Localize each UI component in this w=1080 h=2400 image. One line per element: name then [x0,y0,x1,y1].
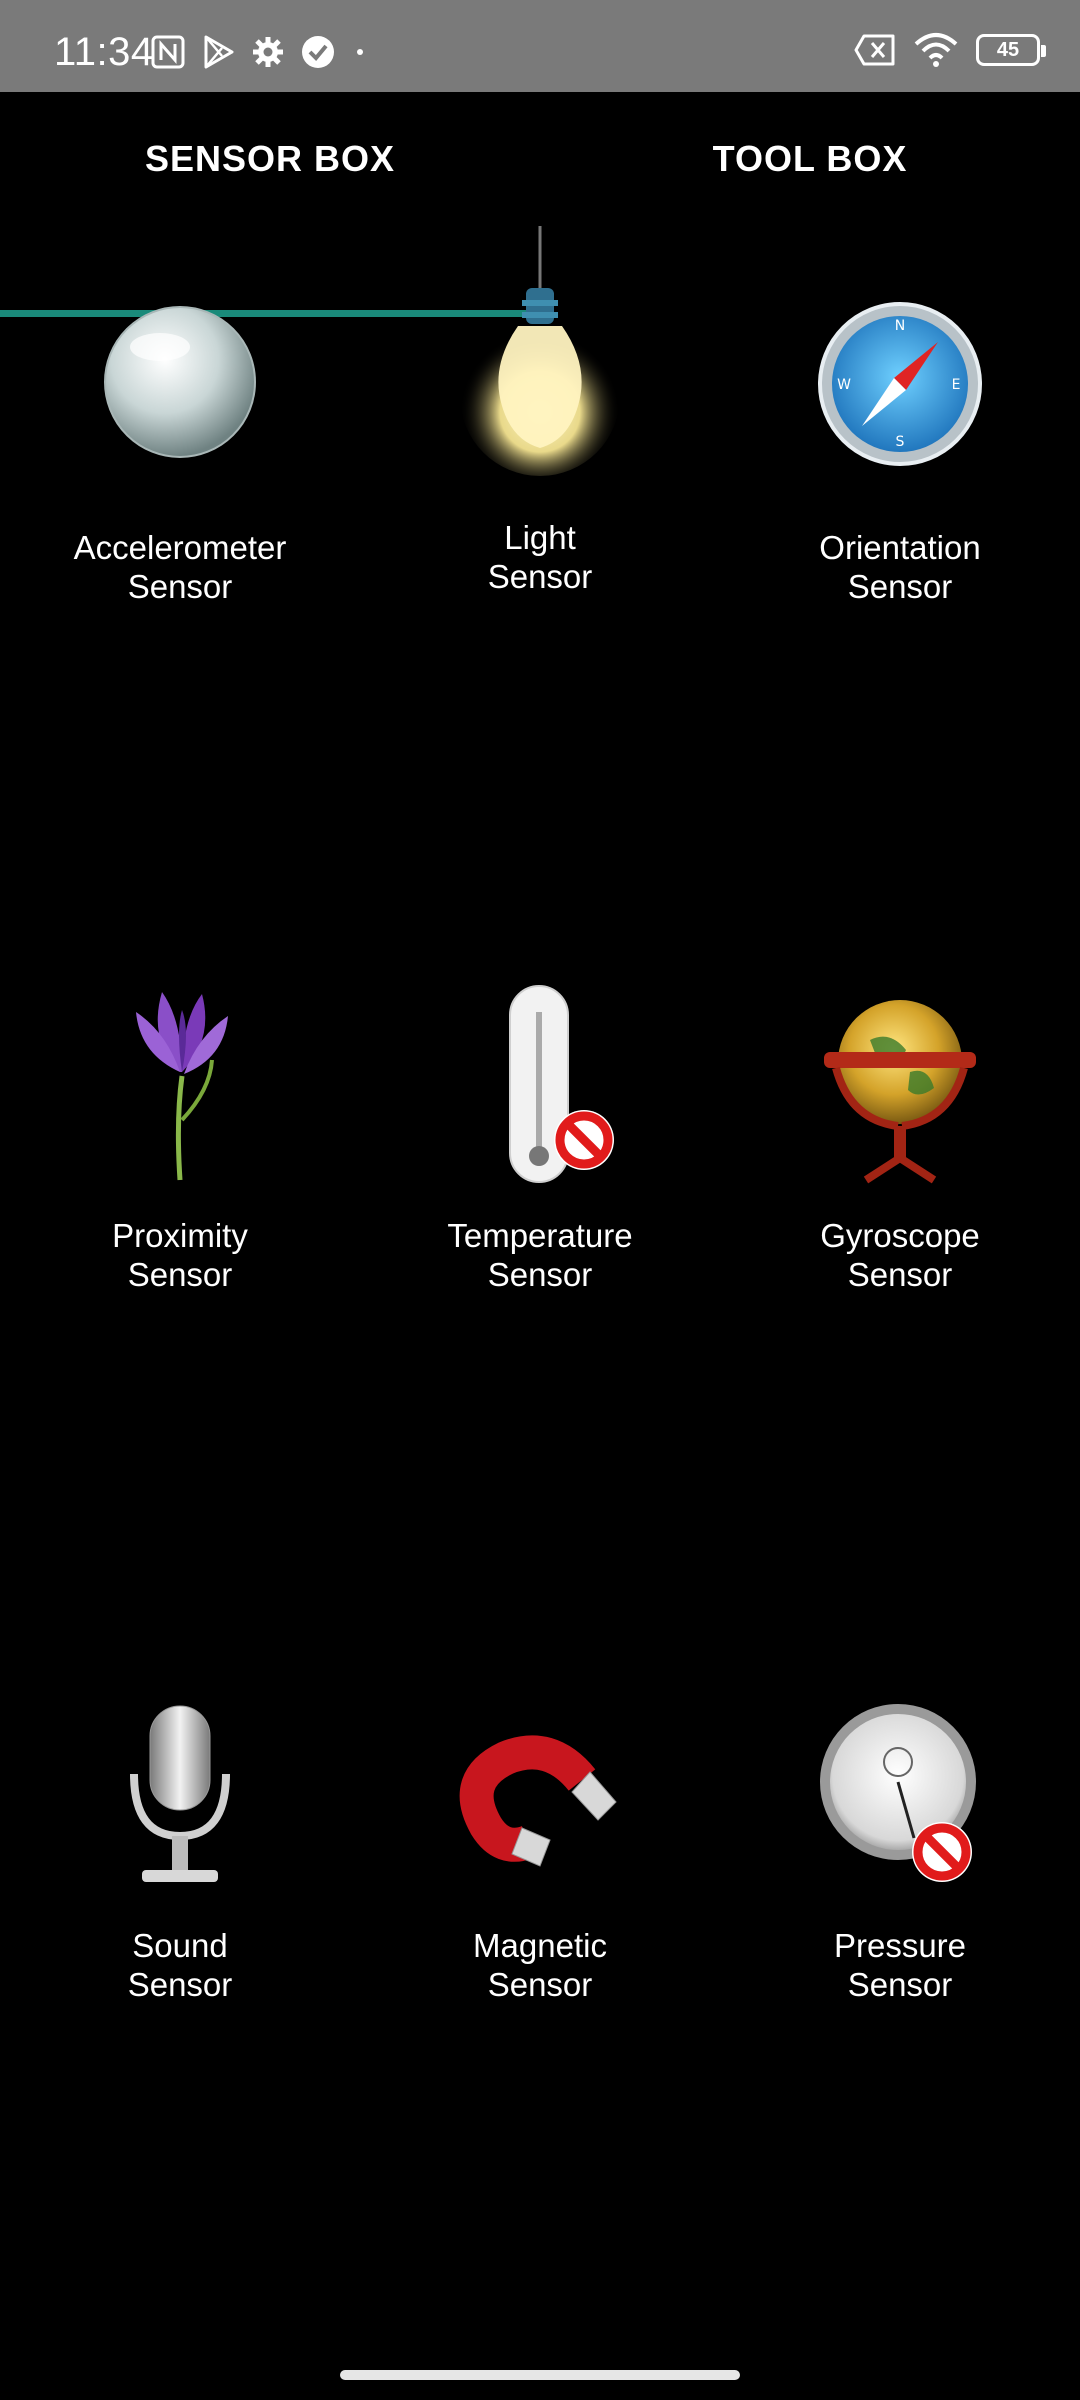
flower-icon [136,992,228,1181]
sensor-label: Orientation Sensor [720,528,1080,606]
glass-ball-icon [104,306,256,458]
sensor-gyroscope[interactable]: Gyroscope Sensor [720,980,1080,1294]
sensor-sound[interactable]: Sound Sensor [0,1690,360,2004]
play-store-icon [204,35,234,69]
status-icons-right: 45 [854,30,1046,70]
stopwatch-gauge-icon [820,1704,976,1882]
tab-sensor-box[interactable]: SENSOR BOX [0,92,540,226]
sensor-accelerometer[interactable]: Accelerometer Sensor [0,292,360,606]
status-bar: 11:34 45 [0,0,1080,92]
svg-text:S: S [896,434,905,450]
sensor-suffix: Sensor [487,558,593,595]
dot-icon [357,49,363,55]
tab-tool-box[interactable]: TOOL BOX [540,92,1080,226]
sensor-label: Gyroscope Sensor [720,1216,1080,1294]
sensor-suffix: Sensor [847,1256,953,1293]
sensor-suffix: Sensor [847,568,953,605]
sensor-name: Orientation [819,529,981,566]
sensor-suffix: Sensor [487,1256,593,1293]
sensor-name: Accelerometer [73,529,287,566]
sensor-label: Accelerometer Sensor [0,528,360,606]
battery-icon: 45 [976,34,1046,66]
sensor-label: Light Sensor [360,518,720,596]
sensor-label: Magnetic Sensor [360,1926,720,2004]
light-bulb-icon [460,226,620,476]
sensor-name: Pressure [833,1927,967,1964]
globe-gyroscope-icon [824,1000,976,1184]
unavailable-badge-icon [554,1110,614,1170]
sensor-suffix: Sensor [487,1966,593,2003]
svg-text:E: E [952,377,961,393]
svg-text:N: N [895,318,905,334]
home-indicator[interactable] [340,2370,740,2380]
unavailable-badge-icon [912,1822,972,1882]
sensor-proximity[interactable]: Proximity Sensor [0,980,360,1294]
status-icons-left [150,32,370,72]
sensor-grid: Accelerometer Sensor Light Sensor N S E … [0,226,1080,2346]
sensor-name: Magnetic [473,1927,607,1964]
sensor-pressure[interactable]: Pressure Sensor [720,1690,1080,2004]
sensor-name: Temperature [447,1217,633,1254]
settings-gear-icon [253,37,283,67]
sensor-name: Sound [132,1927,228,1964]
check-circle-icon [302,36,334,68]
sensor-name: Gyroscope [820,1217,980,1254]
sensor-light[interactable]: Light Sensor [360,226,720,596]
sensor-name: Light [504,519,576,556]
sensor-suffix: Sensor [127,1256,233,1293]
battery-level: 45 [996,38,1020,61]
sensor-suffix: Sensor [127,1966,233,2003]
sensor-label: Proximity Sensor [0,1216,360,1294]
status-time: 11:34 [54,30,154,74]
data-off-icon [854,34,895,66]
tab-bar: SENSOR BOX TOOL BOX [0,92,1080,317]
wifi-icon [914,33,958,67]
thermometer-icon [509,985,614,1183]
sensor-suffix: Sensor [847,1966,953,2003]
microphone-icon [130,1705,230,1882]
sensor-label: Pressure Sensor [720,1926,1080,2004]
svg-text:W: W [837,377,851,393]
sensor-magnetic[interactable]: Magnetic Sensor [360,1690,720,2004]
sensor-name: Proximity [112,1217,248,1254]
sensor-temperature[interactable]: Temperature Sensor [360,980,720,1294]
magnet-icon [459,1735,617,1867]
sensor-label: Sound Sensor [0,1926,360,2004]
sensor-label: Temperature Sensor [360,1216,720,1294]
compass-icon: N S E W [818,302,982,466]
sensor-suffix: Sensor [127,568,233,605]
sensor-orientation[interactable]: N S E W Orientation Sensor [720,292,1080,606]
nfc-icon [151,35,185,69]
